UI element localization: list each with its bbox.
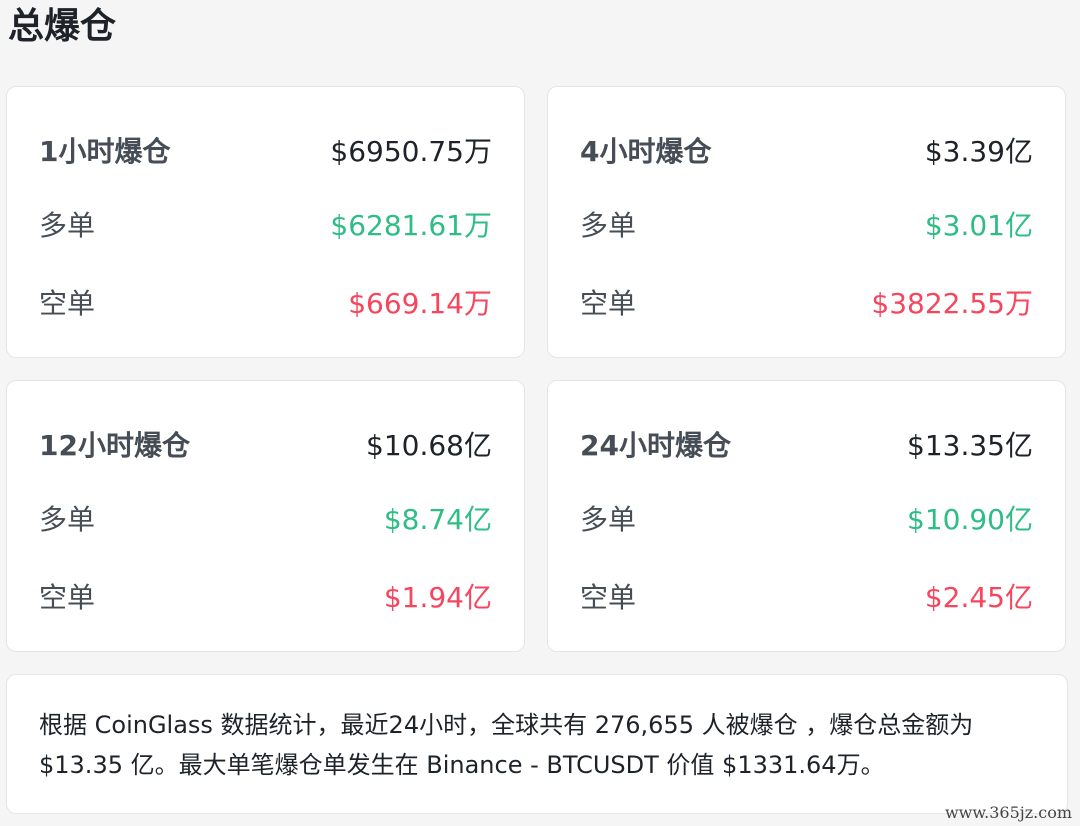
short-label: 空单 (39, 287, 96, 320)
short-label: 空单 (39, 581, 96, 614)
liquidation-card-4h: 4小时爆仓 $3.39亿 多单 $3.01亿 空单 $3822.55万 (547, 86, 1066, 358)
long-value: $3.01亿 (924, 209, 1033, 242)
liquidation-card-12h: 12小时爆仓 $10.68亿 多单 $8.74亿 空单 $1.94亿 (6, 380, 525, 652)
card-total-value: $3.39亿 (924, 135, 1033, 168)
card-long-row: 多单 $8.74亿 (39, 479, 492, 557)
card-short-row: 空单 $669.14万 (39, 263, 492, 341)
long-value: $10.90亿 (907, 503, 1033, 536)
liquidation-card-24h: 24小时爆仓 $13.35亿 多单 $10.90亿 空单 $2.45亿 (547, 380, 1066, 652)
card-short-row: 空单 $2.45亿 (580, 557, 1033, 635)
long-label: 多单 (580, 503, 637, 536)
card-title: 1小时爆仓 (39, 135, 171, 168)
card-total-value: $6950.75万 (330, 135, 492, 168)
card-total-row: 4小时爆仓 $3.39亿 (580, 115, 1033, 185)
card-total-value: $10.68亿 (366, 429, 492, 462)
long-label: 多单 (39, 503, 96, 536)
long-label: 多单 (39, 209, 96, 242)
card-long-row: 多单 $3.01亿 (580, 185, 1033, 263)
short-value: $669.14万 (348, 287, 492, 320)
card-total-row: 1小时爆仓 $6950.75万 (39, 115, 492, 185)
short-value: $2.45亿 (924, 581, 1033, 614)
summary-box: 根据 CoinGlass 数据统计，最近24小时，全球共有 276,655 人被… (6, 674, 1068, 814)
card-long-row: 多单 $6281.61万 (39, 185, 492, 263)
liquidation-card-1h: 1小时爆仓 $6950.75万 多单 $6281.61万 空单 $669.14万 (6, 86, 525, 358)
card-short-row: 空单 $1.94亿 (39, 557, 492, 635)
liquidation-grid: 1小时爆仓 $6950.75万 多单 $6281.61万 空单 $669.14万… (6, 86, 1068, 652)
card-title: 4小时爆仓 (580, 135, 712, 168)
card-title: 12小时爆仓 (39, 429, 190, 462)
short-label: 空单 (580, 581, 637, 614)
long-value: $6281.61万 (330, 209, 492, 242)
long-value: $8.74亿 (383, 503, 492, 536)
card-short-row: 空单 $3822.55万 (580, 263, 1033, 341)
card-long-row: 多单 $10.90亿 (580, 479, 1033, 557)
page-title: 总爆仓 (8, 6, 117, 47)
card-total-value: $13.35亿 (907, 429, 1033, 462)
short-value: $1.94亿 (383, 581, 492, 614)
card-total-row: 12小时爆仓 $10.68亿 (39, 409, 492, 479)
watermark: www.365jz.com (944, 803, 1072, 822)
card-title: 24小时爆仓 (580, 429, 731, 462)
short-value: $3822.55万 (871, 287, 1033, 320)
summary-text: 根据 CoinGlass 数据统计，最近24小时，全球共有 276,655 人被… (39, 711, 974, 779)
card-total-row: 24小时爆仓 $13.35亿 (580, 409, 1033, 479)
long-label: 多单 (580, 209, 637, 242)
short-label: 空单 (580, 287, 637, 320)
